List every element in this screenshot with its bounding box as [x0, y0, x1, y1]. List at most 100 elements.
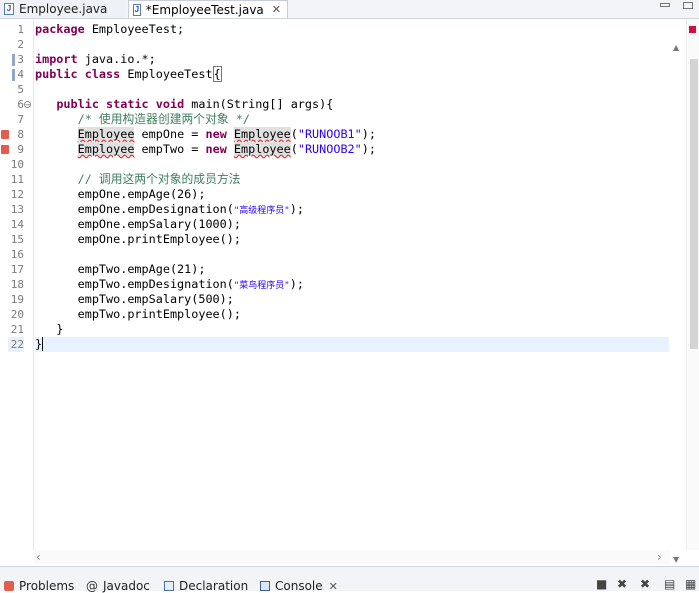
code-line: package EmployeeTest; [35, 22, 184, 37]
error-summary-icon[interactable] [689, 26, 696, 33]
error-token[interactable]: Employee [77, 142, 135, 156]
code-line: empTwo.empDesignation("菜鸟程序员"); [35, 277, 304, 292]
scroll-left-arrow-icon[interactable]: ‹ [36, 550, 41, 564]
line-number: 6 [17, 98, 24, 111]
scroll-up-arrow-icon[interactable]: ▲ [673, 43, 679, 52]
line-number: 22 [8, 337, 24, 352]
tab-declaration[interactable]: Declaration [164, 579, 248, 593]
bottom-panel-tabs: Problems @ Javadoc Declaration Console ✕… [0, 566, 699, 593]
code-text: EmployeeTest; [84, 22, 185, 36]
tab-console[interactable]: Console ✕ [260, 579, 338, 593]
line-number: 14 [10, 218, 24, 231]
code-text: ); [289, 277, 304, 291]
tab-label: *EmployeeTest.java [145, 2, 264, 17]
line-number: 1 [17, 23, 24, 36]
code-comment: /* 使用构造器创建两个对象 */ [35, 112, 250, 126]
line-number: 12 [10, 188, 24, 201]
code-text: empTwo = [134, 142, 206, 156]
tab-label: Javadoc [103, 579, 150, 593]
line-number: 8 [17, 128, 24, 141]
keyword: void [148, 97, 185, 111]
code-text: ); [361, 142, 376, 156]
clear-console-icon[interactable]: ▤ [664, 578, 676, 590]
keyword: static [98, 97, 149, 111]
remove-launch-icon[interactable]: ✖ [617, 578, 629, 590]
tab-label: Declaration [179, 579, 249, 593]
keyword: public [56, 97, 99, 111]
overview-ruler[interactable] [686, 19, 699, 550]
line-number: 5 [17, 83, 24, 96]
error-icon[interactable] [1, 145, 9, 154]
keyword: import [35, 52, 78, 66]
javadoc-icon: @ [86, 579, 98, 593]
remove-all-icon[interactable]: ✖ [640, 578, 652, 590]
error-token[interactable]: Employee [77, 127, 135, 141]
tab-employeetest-java[interactable]: J *EmployeeTest.java ✕ [128, 0, 288, 18]
code-text: java.io.*; [77, 52, 156, 66]
code-line: public class EmployeeTest{ [35, 66, 222, 82]
code-line: empTwo.empSalary(500); [35, 292, 234, 306]
error-token[interactable]: Employee [233, 127, 291, 141]
close-tab-icon[interactable]: ✕ [329, 580, 338, 593]
code-line: } [35, 322, 64, 336]
code-line: empOne.empDesignation("高级程序员"); [35, 202, 304, 217]
editor-tab-bar: J Employee.java J *EmployeeTest.java ✕ [0, 0, 699, 19]
minimize-button[interactable] [660, 3, 670, 7]
error-icon[interactable] [1, 130, 9, 139]
line-number: 19 [10, 293, 24, 306]
string-literal: "高级程序员" [233, 206, 290, 216]
tab-problems[interactable]: Problems [4, 579, 74, 593]
code-text: ( [290, 127, 298, 141]
text-cursor [42, 337, 44, 351]
line-number: 13 [10, 203, 24, 216]
tab-label: Problems [19, 579, 75, 593]
tab-javadoc[interactable]: @ Javadoc [86, 579, 150, 593]
scroll-down-arrow-icon[interactable]: ▼ [673, 555, 679, 564]
vertical-scrollbar-thumb[interactable] [690, 59, 698, 349]
code-text: ); [361, 127, 376, 141]
line-number: 9 [17, 143, 24, 156]
string-literal: "RUNOOB2" [297, 142, 362, 156]
scroll-right-arrow-icon[interactable]: › [657, 550, 662, 564]
code-line: empTwo.printEmployee(); [35, 307, 241, 321]
code-line: Employee empOne = new Employee("RUNOOB1"… [35, 127, 376, 142]
tab-label: Console [275, 579, 323, 593]
keyword: class [77, 67, 121, 81]
code-line: empOne.printEmployee(); [35, 232, 241, 246]
brace-match: { [212, 66, 222, 82]
current-line: } [35, 337, 669, 352]
stop-icon[interactable]: ■ [596, 578, 608, 590]
error-token[interactable]: Employee [233, 142, 291, 156]
code-text: EmployeeTest [120, 67, 213, 81]
line-number: 16 [10, 248, 24, 261]
change-marker [12, 54, 15, 66]
keyword: new [205, 142, 227, 156]
code-text: empOne = [134, 127, 206, 141]
change-marker [12, 69, 15, 81]
code-line: Employee empTwo = new Employee("RUNOOB2"… [35, 142, 376, 157]
code-comment: // 调用这两个对象的成员方法 [35, 172, 241, 186]
collapse-icon[interactable]: − [24, 101, 31, 109]
code-text: main(String[] args){ [184, 97, 334, 111]
string-literal: "菜鸟程序员" [233, 281, 290, 291]
code-text-area[interactable]: package EmployeeTest; import java.io.*; … [35, 19, 669, 550]
code-line: empTwo.empAge(21); [35, 262, 206, 276]
java-file-icon: J [4, 3, 14, 15]
tab-label: Employee.java [19, 2, 108, 16]
keyword: package [35, 22, 85, 36]
maximize-button[interactable] [683, 2, 693, 9]
code-editor[interactable]: 1 2 3 4 5 6 7 8 9 10 11 12 13 14 15 16 1… [0, 19, 686, 564]
code-line: import java.io.*; [35, 52, 156, 67]
scroll-lock-icon[interactable]: ▦ [685, 578, 697, 590]
keyword: public [35, 67, 78, 81]
tab-employee-java[interactable]: J Employee.java [0, 0, 126, 18]
line-number: 20 [10, 308, 24, 321]
string-literal: "RUNOOB1" [297, 127, 362, 141]
close-tab-icon[interactable]: ✕ [272, 3, 281, 16]
line-number: 21 [10, 323, 24, 336]
horizontal-scrollbar[interactable]: ‹ › [34, 550, 670, 564]
